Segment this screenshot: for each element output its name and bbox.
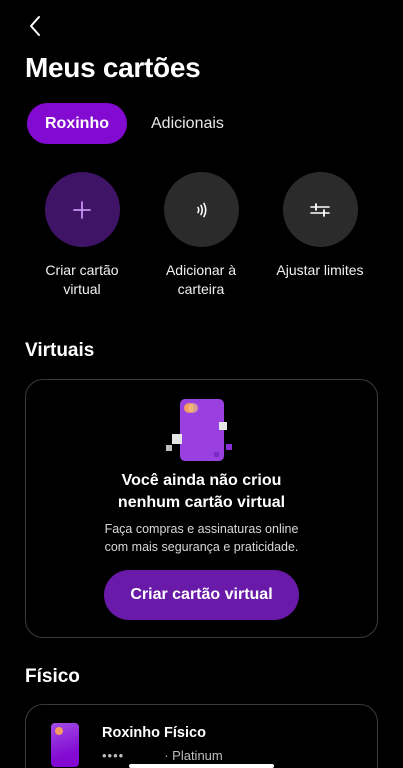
virtual-section-title: Virtuais [25, 340, 95, 361]
empty-state-heading: Você ainda não criou nenhum cartão virtu… [117, 472, 286, 511]
physical-card-name: Roxinho Físico [102, 725, 206, 741]
create-virtual-card-cta[interactable]: Criar cartão virtual [104, 570, 299, 620]
tab-roxinho[interactable]: Roxinho [27, 103, 127, 144]
physical-card-details: •••• · Platinum [102, 748, 223, 763]
virtual-card-illustration [166, 394, 241, 469]
card-chip-icon [55, 727, 63, 735]
adjust-limits-button[interactable] [282, 172, 358, 247]
sliders-icon [310, 202, 330, 217]
create-virtual-card-label: Criar cartão virtual [45, 262, 119, 297]
home-indicator [129, 764, 274, 768]
masked-card-number: •••• [102, 748, 125, 763]
virtual-cards-empty-state: Você ainda não criou nenhum cartão virtu… [25, 379, 378, 638]
adjust-limits-label: Ajustar limites [276, 262, 364, 278]
back-button[interactable] [22, 13, 48, 39]
empty-state-description: Faça compras e assinaturas online com ma… [104, 522, 299, 554]
create-virtual-card-action[interactable]: Criar cartão virtual [17, 172, 147, 299]
add-to-wallet-button[interactable] [163, 172, 239, 247]
chevron-left-icon [30, 16, 40, 36]
plus-icon [73, 200, 91, 219]
create-virtual-card-button[interactable] [44, 172, 120, 247]
physical-card-item[interactable]: Roxinho Físico •••• · Platinum [25, 704, 378, 768]
physical-section-title: Físico [25, 666, 80, 687]
screen: Meus cartões Roxinho Adicionais Criar ca… [0, 0, 403, 768]
card-tier: · Platinum [164, 748, 223, 763]
card-tabs: Roxinho Adicionais [27, 103, 242, 144]
tab-adicionais[interactable]: Adicionais [133, 103, 242, 144]
add-to-wallet-label: Adicionar à carteira [165, 262, 237, 297]
physical-card-thumbnail [51, 723, 79, 767]
adjust-limits-action[interactable]: Ajustar limites [255, 172, 385, 280]
contactless-icon [197, 202, 207, 217]
page-title: Meus cartões [25, 52, 201, 83]
add-to-wallet-action[interactable]: Adicionar à carteira [136, 172, 266, 299]
